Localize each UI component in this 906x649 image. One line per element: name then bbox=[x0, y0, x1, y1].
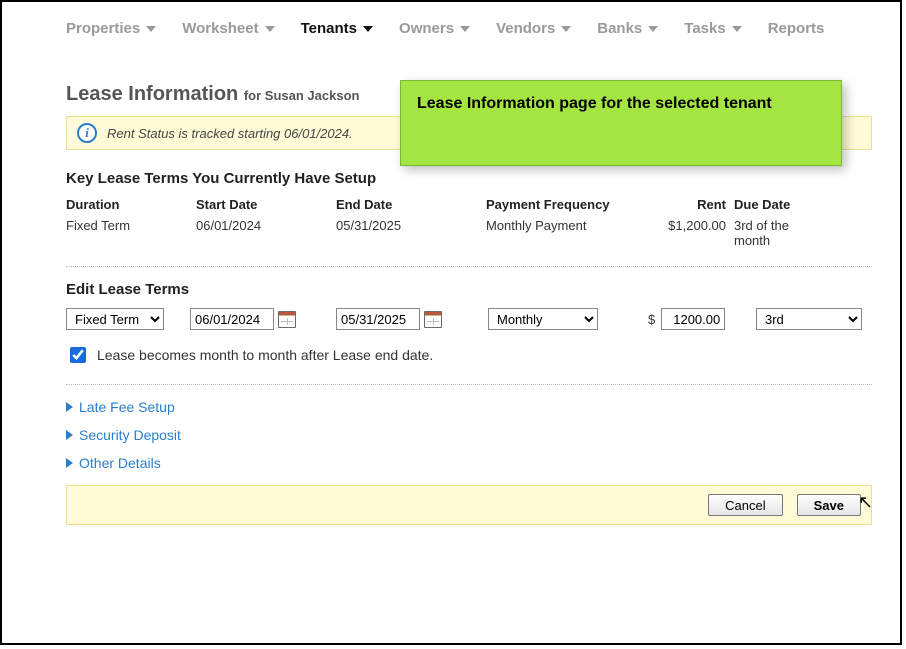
nav-owners[interactable]: Owners bbox=[399, 20, 470, 37]
annotation-callout: Lease Information page for the selected … bbox=[400, 80, 842, 166]
start-date-input[interactable] bbox=[190, 308, 274, 330]
end-date-input[interactable] bbox=[336, 308, 420, 330]
title-main: Lease Information bbox=[66, 83, 238, 105]
separator bbox=[66, 384, 872, 385]
chevron-down-icon bbox=[648, 26, 658, 32]
current-terms-table: Duration Start Date End Date Payment Fre… bbox=[66, 197, 872, 248]
expander-late-fee[interactable]: Late Fee Setup bbox=[66, 399, 872, 415]
expander-security-deposit[interactable]: Security Deposit bbox=[66, 427, 872, 443]
val-rent: $1,200.00 bbox=[636, 218, 726, 248]
chevron-down-icon bbox=[561, 26, 571, 32]
nav-label: Reports bbox=[768, 20, 825, 37]
month-to-month-row: Lease becomes month to month after Lease… bbox=[66, 344, 872, 366]
nav-label: Tasks bbox=[684, 20, 725, 37]
nav-worksheet[interactable]: Worksheet bbox=[182, 20, 274, 37]
val-end: 05/31/2025 bbox=[336, 218, 486, 248]
nav-tasks[interactable]: Tasks bbox=[684, 20, 741, 37]
nav-reports[interactable]: Reports bbox=[768, 20, 825, 37]
chevron-down-icon bbox=[732, 26, 742, 32]
chevron-down-icon bbox=[265, 26, 275, 32]
edit-terms-form: Fixed Term Monthly $ 3rd bbox=[66, 308, 872, 330]
title-tenant: Susan Jackson bbox=[265, 88, 360, 103]
top-nav: Properties Worksheet Tenants Owners Vend… bbox=[66, 20, 872, 37]
chevron-down-icon bbox=[146, 26, 156, 32]
nav-properties[interactable]: Properties bbox=[66, 20, 156, 37]
month-to-month-label: Lease becomes month to month after Lease… bbox=[97, 347, 433, 363]
nav-label: Worksheet bbox=[182, 20, 258, 37]
nav-label: Tenants bbox=[301, 20, 357, 37]
info-text: Rent Status is tracked starting 06/01/20… bbox=[107, 126, 353, 141]
annotation-text: Lease Information page for the selected … bbox=[417, 95, 772, 112]
current-terms-heading: Key Lease Terms You Currently Have Setup bbox=[66, 170, 872, 187]
expanders: Late Fee Setup Security Deposit Other De… bbox=[66, 399, 872, 471]
nav-label: Vendors bbox=[496, 20, 555, 37]
col-rent-header: Rent bbox=[636, 197, 726, 212]
dollar-sign: $ bbox=[648, 312, 655, 327]
chevron-down-icon bbox=[363, 26, 373, 32]
col-due-header: Due Date bbox=[726, 197, 806, 212]
triangle-right-icon bbox=[66, 430, 73, 440]
nav-label: Banks bbox=[597, 20, 642, 37]
col-start-header: Start Date bbox=[196, 197, 336, 212]
nav-label: Properties bbox=[66, 20, 140, 37]
col-end-header: End Date bbox=[336, 197, 486, 212]
nav-tenants[interactable]: Tenants bbox=[301, 20, 373, 37]
cancel-button[interactable]: Cancel bbox=[708, 494, 782, 516]
expander-label: Security Deposit bbox=[79, 427, 181, 443]
month-to-month-checkbox[interactable] bbox=[70, 347, 86, 363]
triangle-right-icon bbox=[66, 402, 73, 412]
payment-frequency-select[interactable]: Monthly bbox=[488, 308, 598, 330]
duration-select[interactable]: Fixed Term bbox=[66, 308, 164, 330]
calendar-icon[interactable] bbox=[278, 311, 296, 328]
triangle-right-icon bbox=[66, 458, 73, 468]
nav-label: Owners bbox=[399, 20, 454, 37]
val-due: 3rd of the month bbox=[726, 218, 806, 248]
footer-bar: Cancel Save bbox=[66, 485, 872, 525]
col-duration-header: Duration bbox=[66, 197, 196, 212]
edit-terms-heading: Edit Lease Terms bbox=[66, 281, 872, 298]
nav-vendors[interactable]: Vendors bbox=[496, 20, 571, 37]
expander-label: Late Fee Setup bbox=[79, 399, 175, 415]
val-duration: Fixed Term bbox=[66, 218, 196, 248]
expander-label: Other Details bbox=[79, 455, 161, 471]
save-button[interactable]: Save bbox=[797, 494, 861, 516]
expander-other-details[interactable]: Other Details bbox=[66, 455, 872, 471]
separator bbox=[66, 266, 872, 267]
nav-banks[interactable]: Banks bbox=[597, 20, 658, 37]
calendar-icon[interactable] bbox=[424, 311, 442, 328]
title-for: for bbox=[244, 88, 261, 103]
rent-amount-input[interactable] bbox=[661, 308, 725, 330]
chevron-down-icon bbox=[460, 26, 470, 32]
info-icon: i bbox=[77, 123, 97, 143]
val-start: 06/01/2024 bbox=[196, 218, 336, 248]
col-freq-header: Payment Frequency bbox=[486, 197, 636, 212]
val-freq: Monthly Payment bbox=[486, 218, 636, 248]
due-date-select[interactable]: 3rd bbox=[756, 308, 862, 330]
